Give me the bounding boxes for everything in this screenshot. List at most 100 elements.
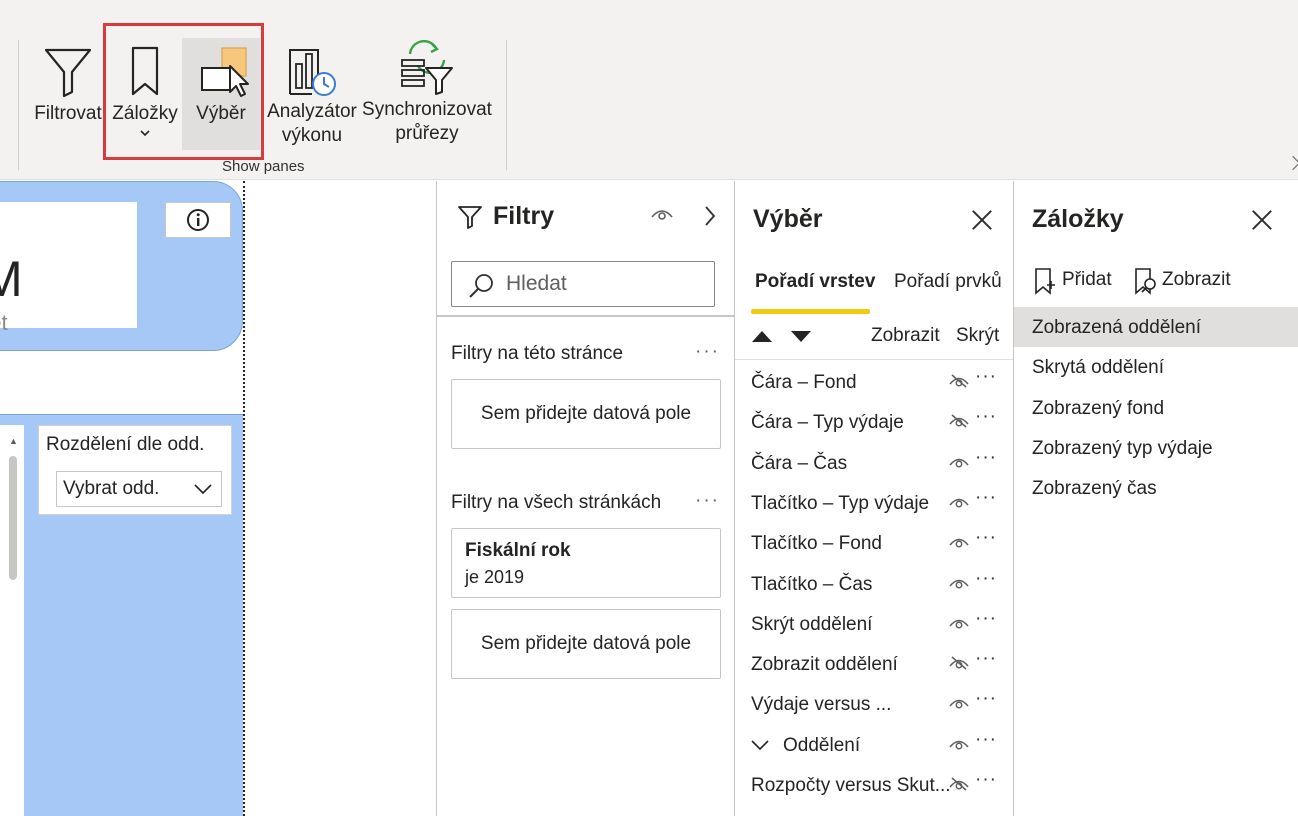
- page-filters-drop-well[interactable]: Sem přidejte datová pole: [451, 379, 721, 449]
- add-bookmark-button[interactable]: Přidat: [1032, 267, 1122, 295]
- layer-item-label: Zobrazit oddělení: [751, 654, 898, 676]
- performance-analyzer-button[interactable]: Analyzátor výkonu: [266, 36, 358, 152]
- layer-item[interactable]: Rozpočty versus Skut... ···: [735, 765, 1014, 805]
- slicer-dropdown[interactable]: Vybrat odd.: [56, 471, 222, 507]
- tab-tab-order[interactable]: Pořadí prvků: [894, 271, 1002, 293]
- funnel-icon: [44, 48, 92, 98]
- more-options-icon[interactable]: ···: [975, 729, 997, 751]
- layer-item[interactable]: Oddělení ···: [735, 725, 1014, 765]
- layer-item-label: Skrýt oddělení: [751, 613, 873, 635]
- more-options-icon[interactable]: ···: [695, 341, 720, 363]
- move-up-icon[interactable]: [752, 331, 772, 342]
- eye-hidden-icon[interactable]: [949, 414, 969, 433]
- layer-item-label: Oddělení: [783, 734, 861, 756]
- layer-item-label: Rozpočty versus Skut...: [751, 775, 951, 796]
- bookmark-item-label: Zobrazený typ výdaje: [1032, 437, 1213, 459]
- tab-layer-order[interactable]: Pořadí vrstev: [755, 271, 875, 293]
- scroll-up-icon[interactable]: ▲: [9, 436, 18, 446]
- department-slicer: Rozdělení dle odd. Vybrat odd.: [38, 425, 232, 515]
- more-options-icon[interactable]: ···: [975, 406, 997, 428]
- eye-icon[interactable]: [949, 535, 969, 554]
- bookmarks-title: Záložky: [1032, 205, 1124, 233]
- more-options-icon[interactable]: ···: [975, 366, 997, 388]
- close-icon[interactable]: [971, 208, 993, 230]
- chevron-right-icon[interactable]: [703, 205, 717, 227]
- search-icon: [469, 274, 493, 298]
- filter-card[interactable]: Fiskální rok je 2019: [451, 528, 721, 598]
- chevron-down-icon: [194, 484, 212, 495]
- report-canvas: M get ▲ Rozdělení dle odd. Vybrat odd.: [0, 181, 436, 816]
- eye-icon[interactable]: [949, 616, 969, 635]
- filter-card-value: je 2019: [465, 567, 525, 587]
- filter-pane-label: Filtrovat: [34, 103, 102, 124]
- sync-slicers-label-1: Synchronizovat: [362, 99, 492, 120]
- layer-item-label: Čára – Fond: [751, 372, 857, 393]
- info-button[interactable]: [165, 202, 231, 238]
- selection-pane: Výběr Pořadí vrstev Pořadí prvků Zobrazi…: [734, 181, 1014, 816]
- more-options-icon[interactable]: ···: [975, 608, 997, 630]
- more-options-icon[interactable]: ···: [975, 527, 997, 549]
- more-options-icon[interactable]: ···: [695, 490, 720, 512]
- eye-icon[interactable]: [949, 696, 969, 715]
- bookmark-item[interactable]: Zobrazená oddělení: [1014, 307, 1298, 347]
- eye-icon[interactable]: [651, 207, 673, 221]
- ribbon-expand-icon[interactable]: [1285, 155, 1298, 171]
- layer-item[interactable]: Tlačítko – Typ výdaje ···: [735, 483, 1014, 523]
- hide-all-button[interactable]: Skrýt: [956, 325, 999, 347]
- eye-icon[interactable]: [949, 495, 969, 514]
- more-options-icon[interactable]: ···: [975, 648, 997, 670]
- layer-item[interactable]: Výdaje versus ... ···: [735, 684, 1014, 724]
- show-all-button[interactable]: Zobrazit: [871, 325, 940, 347]
- page-filters-heading: Filtry na této stránce: [451, 343, 624, 364]
- layer-item-label: Čára – Typ výdaje: [751, 412, 904, 434]
- layer-item-label: Tlačítko – Čas: [751, 573, 873, 595]
- kpi-inner: M get: [0, 202, 137, 335]
- filters-pane: Filtry Filtry na této stránce ··· Sem př…: [436, 181, 735, 816]
- layer-item[interactable]: Skrýt oddělení ···: [735, 604, 1014, 644]
- layer-item[interactable]: Čára – Fond ···: [735, 362, 1014, 402]
- layer-item[interactable]: Čára – Typ výdaje ···: [735, 402, 1014, 442]
- add-bookmark-label: Přidat: [1062, 269, 1112, 290]
- bookmark-item[interactable]: Zobrazený typ výdaje: [1014, 428, 1298, 468]
- layer-item-label: Tlačítko – Fond: [751, 533, 882, 555]
- search-input[interactable]: [506, 270, 696, 298]
- ribbon: Filtrovat Záložky Výběr Analyzátor výkon…: [0, 0, 1298, 180]
- kpi-subtitle: get: [0, 310, 8, 335]
- chevron-down-icon[interactable]: [750, 738, 770, 752]
- eye-icon[interactable]: [949, 455, 969, 474]
- layer-item[interactable]: Čára – Čas ···: [735, 443, 1014, 483]
- scrollbar-thumb[interactable]: [9, 456, 17, 580]
- move-down-icon[interactable]: [791, 331, 811, 342]
- eye-icon[interactable]: [949, 576, 969, 595]
- more-options-icon[interactable]: ···: [975, 688, 997, 710]
- bookmark-item-label: Skrytá oddělení: [1032, 357, 1165, 379]
- eye-icon[interactable]: [949, 737, 969, 756]
- layer-item[interactable]: Zobrazit oddělení ···: [735, 644, 1014, 684]
- kpi-card[interactable]: M get: [0, 181, 243, 351]
- eye-hidden-icon[interactable]: [949, 656, 969, 675]
- layer-item[interactable]: Tlačítko – Čas ···: [735, 564, 1014, 604]
- layer-item-label: Tlačítko – Typ výdaje: [751, 492, 930, 514]
- ribbon-group-label: Show panes: [222, 158, 305, 175]
- more-options-icon[interactable]: ···: [975, 487, 997, 509]
- more-options-icon[interactable]: ···: [975, 769, 997, 791]
- close-icon[interactable]: [1251, 208, 1273, 230]
- filters-search[interactable]: [451, 261, 715, 307]
- view-bookmark-button[interactable]: Zobrazit: [1132, 267, 1242, 295]
- kpi-value: M: [0, 251, 23, 307]
- all-pages-drop-well[interactable]: Sem přidejte datová pole: [451, 609, 721, 679]
- divider: [437, 315, 735, 317]
- filter-pane-button[interactable]: Filtrovat: [30, 36, 106, 152]
- bookmark-item-label: Zobrazený fond: [1032, 397, 1165, 419]
- eye-hidden-icon[interactable]: [949, 777, 969, 796]
- layer-item[interactable]: Tlačítko – Fond ···: [735, 523, 1014, 563]
- filters-title: Filtry: [493, 202, 555, 230]
- sync-slicers-button[interactable]: Synchronizovat průřezy: [362, 36, 492, 152]
- bookmark-item[interactable]: Zobrazený fond: [1014, 388, 1298, 428]
- eye-hidden-icon[interactable]: [949, 374, 969, 393]
- bookmark-item[interactable]: Zobrazený čas: [1014, 468, 1298, 508]
- view-bookmark-label: Zobrazit: [1162, 269, 1231, 290]
- more-options-icon[interactable]: ···: [975, 568, 997, 590]
- more-options-icon[interactable]: ···: [975, 447, 997, 469]
- bookmark-item[interactable]: Skrytá oddělení: [1014, 347, 1298, 387]
